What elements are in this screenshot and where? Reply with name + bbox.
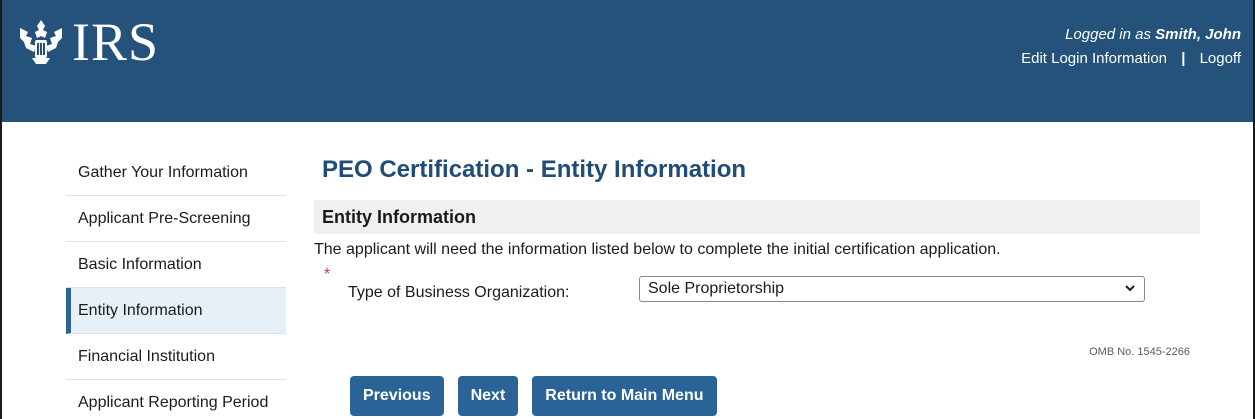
- user-links: Edit Login Information | Logoff: [1021, 50, 1241, 67]
- next-button[interactable]: Next: [457, 376, 519, 416]
- sidebar-item-gather-information[interactable]: Gather Your Information: [66, 150, 286, 196]
- previous-button[interactable]: Previous: [350, 376, 444, 416]
- site-header: IRS Logged in as Smith, John Edit Login …: [0, 0, 1255, 122]
- main-content: PEO Certification - Entity Information E…: [314, 150, 1200, 416]
- link-separator: |: [1181, 50, 1186, 67]
- chevron-down-icon: [1124, 278, 1136, 308]
- logo-text: IRS: [72, 12, 160, 72]
- side-navigation: Gather Your Information Applicant Pre-Sc…: [66, 150, 286, 419]
- sidebar-item-applicant-pre-screening[interactable]: Applicant Pre-Screening: [66, 196, 286, 242]
- omb-number: OMB No. 1545-2266: [1089, 346, 1190, 358]
- intro-text: The applicant will need the information …: [314, 241, 1001, 258]
- return-to-main-menu-button[interactable]: Return to Main Menu: [532, 376, 717, 416]
- section-header: Entity Information: [314, 200, 1200, 234]
- business-organization-label: Type of Business Organization:: [348, 284, 570, 301]
- edit-login-link[interactable]: Edit Login Information: [1021, 50, 1167, 67]
- required-marker: *: [324, 266, 331, 283]
- irs-eagle-icon: [20, 20, 62, 64]
- business-organization-field: * Type of Business Organization: Sole Pr…: [314, 266, 1200, 314]
- sidebar-item-financial-institution[interactable]: Financial Institution: [66, 334, 286, 380]
- irs-logo[interactable]: IRS: [18, 14, 159, 70]
- sidebar-item-applicant-reporting-period[interactable]: Applicant Reporting Period: [66, 380, 286, 419]
- logged-in-status: Logged in as Smith, John: [1021, 26, 1241, 43]
- sidebar-item-entity-information[interactable]: Entity Information: [66, 288, 286, 334]
- sidebar-item-basic-information[interactable]: Basic Information: [66, 242, 286, 288]
- page-title: PEO Certification - Entity Information: [322, 156, 747, 183]
- user-name: Smith, John: [1155, 26, 1241, 43]
- business-organization-select[interactable]: Sole Proprietorship: [639, 276, 1145, 302]
- user-area: Logged in as Smith, John Edit Login Info…: [1021, 26, 1241, 67]
- logged-in-prefix: Logged in as: [1065, 26, 1156, 43]
- button-row: Previous Next Return to Main Menu: [350, 376, 731, 416]
- logoff-link[interactable]: Logoff: [1200, 50, 1241, 67]
- page-border-left: [0, 122, 2, 419]
- business-organization-selected-value: Sole Proprietorship: [648, 280, 785, 297]
